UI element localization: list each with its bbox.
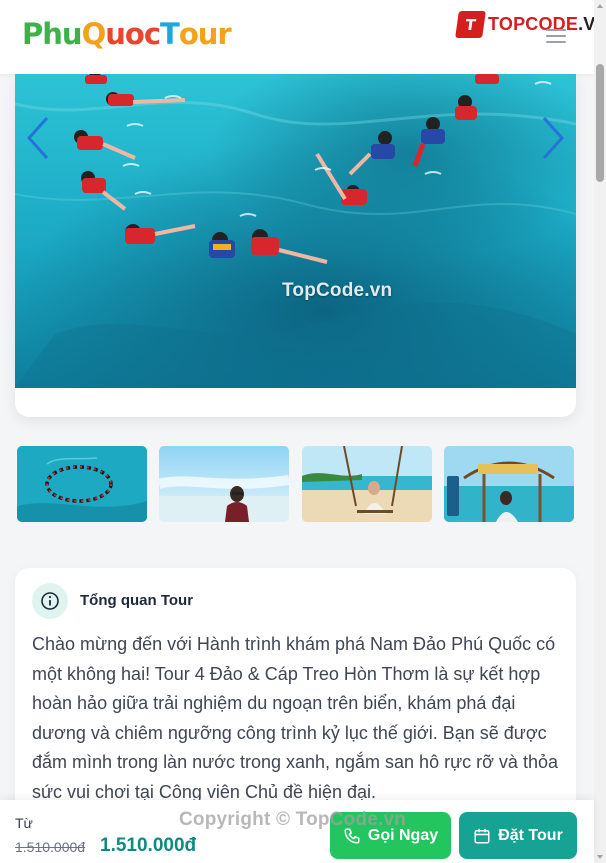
site-logo[interactable]: PhuQuocTour bbox=[22, 17, 232, 51]
page-scrollbar[interactable] bbox=[594, 0, 606, 863]
logo-letter: c bbox=[143, 17, 161, 51]
old-price: 1.510.000đ bbox=[15, 839, 86, 855]
copyright-watermark: Copyright © TopCode.vn bbox=[179, 809, 407, 830]
chevron-right-icon[interactable] bbox=[538, 116, 566, 160]
logo-letter: u bbox=[197, 17, 219, 51]
thumbnail-island-sign[interactable] bbox=[444, 446, 574, 522]
logo-letter: Q bbox=[81, 17, 107, 51]
hamburger-icon[interactable] bbox=[546, 29, 566, 43]
topcode-badge-icon: T bbox=[455, 10, 486, 38]
logo-letter: o bbox=[178, 17, 199, 51]
hero-slider: TopCode.vn bbox=[15, 74, 576, 417]
site-header: PhuQuocTour T TOPCODE.VN bbox=[0, 0, 606, 74]
logo-letter: u bbox=[61, 17, 83, 51]
logo-letter: P bbox=[22, 17, 43, 51]
logo-letter: u bbox=[105, 17, 126, 51]
thumbnail-snorkel-circle[interactable] bbox=[17, 446, 147, 522]
logo-letter: T bbox=[160, 17, 180, 51]
calendar-icon bbox=[474, 828, 490, 843]
logo-letter: r bbox=[217, 17, 231, 51]
current-price: 1.510.000đ bbox=[100, 835, 197, 856]
hero-watermark: TopCode.vn bbox=[282, 280, 393, 301]
price-from-label: Từ bbox=[15, 815, 33, 831]
thumbnail-beach-girl[interactable] bbox=[159, 446, 289, 522]
scroll-down-arrow-icon[interactable] bbox=[597, 855, 603, 859]
overview-description: Chào mừng đến với Hành trình khám phá Na… bbox=[32, 634, 558, 802]
logo-letter: o bbox=[124, 17, 145, 51]
thumbnail-strip bbox=[17, 446, 574, 522]
scroll-thumb[interactable] bbox=[596, 64, 604, 182]
topcode-watermark: T TOPCODE.VN bbox=[455, 10, 606, 38]
chevron-left-icon[interactable] bbox=[25, 116, 53, 160]
logo-letter: h bbox=[42, 17, 63, 51]
book-tour-label: Đặt Tour bbox=[498, 826, 563, 844]
hero-image bbox=[15, 74, 576, 388]
scroll-up-arrow-icon[interactable] bbox=[597, 4, 603, 8]
book-tour-button[interactable]: Đặt Tour bbox=[459, 812, 577, 859]
thumbnail-beach-swing[interactable] bbox=[302, 446, 432, 522]
info-icon bbox=[32, 583, 68, 619]
tour-overview-card: Tổng quan Tour Chào mừng đến với Hành tr… bbox=[15, 568, 576, 828]
overview-title: Tổng quan Tour bbox=[80, 592, 194, 609]
